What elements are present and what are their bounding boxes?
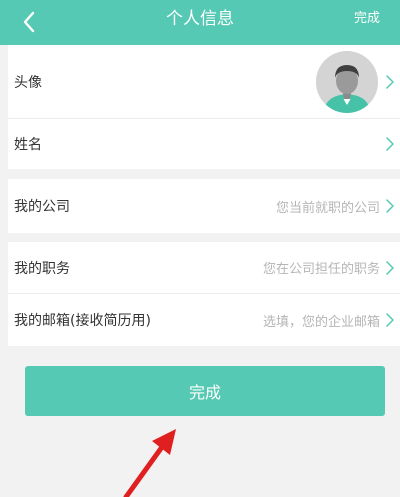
job-group: 我的职务 您在公司担任的职务 我的邮箱(接收简历用) 选填，您的企业邮箱 <box>8 242 400 346</box>
header-bar: 个人信息 完成 <box>0 0 400 45</box>
company-row[interactable]: 我的公司 您当前就职的公司 <box>8 179 400 233</box>
chevron-right-icon <box>386 260 394 275</box>
email-placeholder: 选填，您的企业邮箱 <box>262 314 380 330</box>
annotation-arrow-icon <box>123 429 176 497</box>
avatar-row[interactable]: 头像 <box>8 45 400 119</box>
avatar-label: 头像 <box>14 74 42 91</box>
avatar-placeholder-icon <box>316 51 378 113</box>
chevron-right-icon <box>386 74 394 89</box>
back-button[interactable] <box>16 8 42 36</box>
position-row[interactable]: 我的职务 您在公司担任的职务 <box>8 242 400 294</box>
name-label: 姓名 <box>14 137 42 153</box>
header-done-button[interactable]: 完成 <box>354 0 380 40</box>
chevron-right-icon <box>386 137 394 151</box>
chevron-right-icon <box>386 199 394 213</box>
submit-button[interactable]: 完成 <box>25 366 385 416</box>
position-placeholder: 您在公司担任的职务 <box>262 262 380 277</box>
avatar[interactable] <box>316 51 378 113</box>
personal-info-screen: 个人信息 完成 头像 姓名 我的公司 您当前就职的公司 我的职务 您在公司担任的… <box>0 0 400 497</box>
email-label: 我的邮箱(接收简历用) <box>14 313 151 329</box>
chevron-left-icon <box>23 11 35 33</box>
chevron-right-icon <box>386 313 394 327</box>
email-row[interactable]: 我的邮箱(接收简历用) 选填，您的企业邮箱 <box>8 294 400 346</box>
company-group: 我的公司 您当前就职的公司 <box>8 179 400 233</box>
company-placeholder: 您当前就职的公司 <box>275 200 380 216</box>
profile-group: 头像 姓名 <box>8 45 400 169</box>
name-row[interactable]: 姓名 <box>8 119 400 169</box>
page-title: 个人信息 <box>166 9 234 29</box>
position-label: 我的职务 <box>14 260 70 277</box>
company-label: 我的公司 <box>14 199 70 215</box>
